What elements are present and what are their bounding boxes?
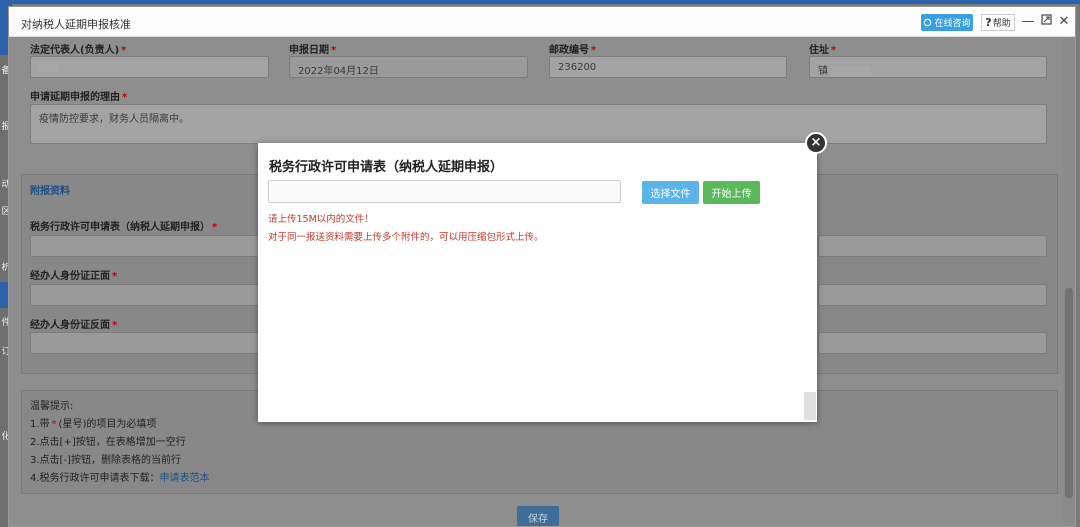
reason-textarea[interactable]: 疫情防控要求，财务人员隔离中。	[30, 104, 1047, 144]
maximize-icon[interactable]	[1039, 14, 1053, 30]
upload-modal: 税务行政许可申请表（纳税人延期申报） 选择文件 开始上传 请上传15M以内的文件…	[258, 143, 817, 422]
headset-icon	[924, 18, 932, 27]
close-window-icon[interactable]: ✕	[1057, 14, 1071, 30]
attachments-title: 附报资料	[30, 186, 70, 197]
attach-id-back-label: 经办人身份证反面 *	[30, 320, 118, 331]
legal-rep-label: 法定代表人(负责人) *	[30, 45, 127, 56]
file-path-input[interactable]	[268, 180, 621, 203]
attach-id-back-field[interactable]	[30, 332, 260, 354]
upload-multi-note: 对于同一报送资料需要上传多个附件的，可以用压缩包形式上传。	[268, 232, 544, 243]
modal-title: 税务行政许可申请表（纳税人延期申报）	[269, 160, 504, 175]
postcode-label: 邮政编号 *	[549, 45, 597, 56]
attach-id-front-label: 经办人身份证正面 *	[30, 271, 118, 282]
close-icon[interactable]: ×	[805, 132, 827, 154]
scrollbar-thumb[interactable]	[1065, 288, 1073, 498]
tips-block: 温馨提示: 1.带 * (星号)的项目为必填项 2.点击[+]按钮，在表格增加一空行…	[30, 398, 210, 488]
attach-id-back-field-right[interactable]	[818, 332, 1047, 354]
help-label: 帮助	[992, 19, 1011, 29]
postcode-field[interactable]: 236200	[549, 56, 787, 78]
help-button[interactable]: ? 帮助	[981, 14, 1015, 31]
apply-date-field[interactable]: 2022年04月12日	[289, 56, 528, 78]
apply-date-label: 申报日期 *	[289, 45, 337, 56]
scrollbar[interactable]	[1063, 38, 1075, 526]
attach-id-front-field-right[interactable]	[818, 284, 1047, 306]
question-icon: ?	[985, 16, 992, 29]
address-field[interactable]: 镇	[809, 56, 1047, 78]
start-upload-button[interactable]: 开始上传	[703, 181, 760, 204]
resize-handle[interactable]	[804, 392, 816, 420]
online-consult-label: 在线咨询	[934, 19, 971, 29]
tips-line-2: 2.点击[+]按钮，在表格增加一空行	[30, 437, 186, 448]
app-top-strip	[0, 0, 1080, 4]
legal-rep-field[interactable]	[30, 56, 269, 78]
attach-id-front-field[interactable]	[30, 284, 260, 306]
window-title: 对纳税人延期申报核准	[21, 18, 131, 31]
window-titlebar: 对纳税人延期申报核准 在线咨询 ? 帮助 — ✕	[9, 7, 1075, 37]
choose-file-button[interactable]: 选择文件	[642, 181, 699, 204]
save-button[interactable]: 保存	[517, 506, 559, 526]
attach-permit-label: 税务行政许可申请表（纳税人延期申报） *	[30, 222, 218, 233]
attach-permit-field-right[interactable]	[818, 235, 1047, 257]
tips-line-4: 4.税务行政许可申请表下载：申请表范本	[30, 473, 210, 484]
address-label: 住址 *	[809, 45, 837, 56]
minimize-icon[interactable]: —	[1021, 14, 1035, 30]
tips-line-3: 3.点击[-]按钮，删除表格的当前行	[30, 455, 181, 466]
reason-label: 申请延期申报的理由 *	[30, 92, 128, 103]
tips-heading: 温馨提示:	[30, 401, 74, 412]
upload-size-note: 请上传15M以内的文件！	[268, 214, 374, 225]
tips-line-1: 1.带 * (星号)的项目为必填项	[30, 419, 157, 430]
attach-permit-field[interactable]	[30, 235, 260, 257]
template-download-link[interactable]: 申请表范本	[160, 473, 210, 484]
online-consult-button[interactable]: 在线咨询	[921, 14, 973, 31]
